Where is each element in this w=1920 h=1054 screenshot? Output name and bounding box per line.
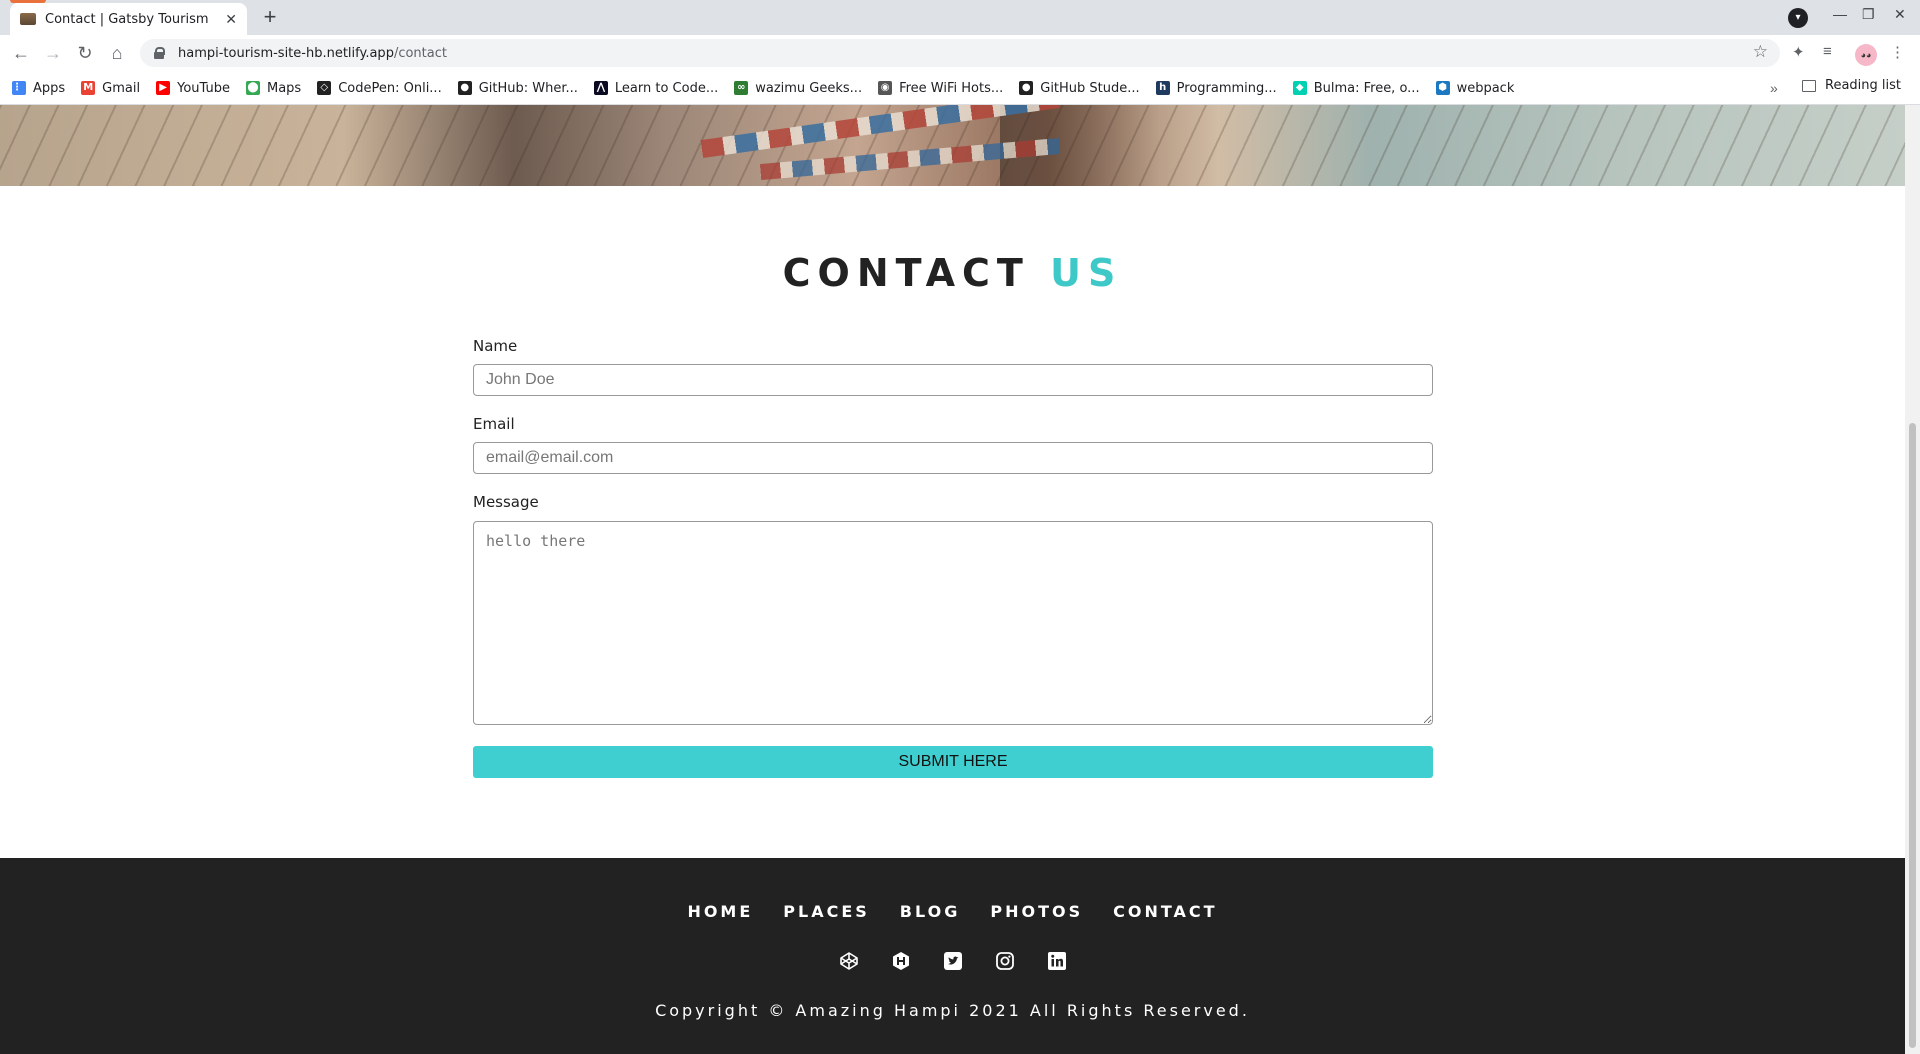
title-main: CONTACT <box>782 251 1030 295</box>
url-host: hampi-tourism-site-hb.netlify.app <box>178 45 394 61</box>
bookmark-item[interactable]: ∞ wazimu Geeks... <box>734 81 862 96</box>
wazimu-icon: ∞ <box>734 81 749 95</box>
browser-tab[interactable]: Contact | Gatsby Tourism ✕ <box>10 3 247 35</box>
new-tab-button[interactable]: + <box>256 4 284 32</box>
url-path: /contact <box>393 45 447 61</box>
page-scrollbar[interactable] <box>1905 105 1920 1054</box>
footer-link-contact[interactable]: CONTACT <box>1113 902 1217 921</box>
address-bar[interactable]: hampi-tourism-site-hb.netlify.app/contac… <box>140 39 1780 67</box>
reading-list-label: Reading list <box>1825 78 1901 93</box>
message-label: Message <box>473 493 539 511</box>
hero-banner-image <box>0 105 1905 186</box>
reading-list-button[interactable]: Reading list <box>1802 78 1901 93</box>
restore-button[interactable]: ❐ <box>1862 6 1875 23</box>
bookmark-item[interactable]: ◆ Bulma: Free, o... <box>1292 80 1420 96</box>
bookmark-label: Programming... <box>1176 80 1277 96</box>
maps-icon: ⬤ <box>245 81 260 95</box>
more-bookmarks-icon[interactable]: » <box>1770 80 1778 96</box>
bookmark-label: GitHub: Wher... <box>478 80 578 96</box>
footer-nav: HOME PLACES BLOG PHOTOS CONTACT <box>0 902 1905 921</box>
lock-icon[interactable] <box>154 47 165 59</box>
codepen-icon: ◇ <box>317 81 332 95</box>
bookmark-label: Learn to Code... <box>614 80 719 96</box>
name-input[interactable] <box>473 364 1433 396</box>
bookmark-label: Gmail <box>102 80 141 96</box>
tab-close-icon[interactable]: ✕ <box>225 11 237 28</box>
bookmark-item[interactable]: ⬢ webpack <box>1435 80 1515 96</box>
github-icon: ● <box>457 81 472 95</box>
copyright-text: Copyright © Amazing Hampi 2021 All Right… <box>655 1001 1250 1020</box>
submit-button[interactable]: SUBMIT HERE <box>473 746 1433 778</box>
bookmark-item[interactable]: ⬤ Maps <box>245 80 302 96</box>
menu-kebab-icon[interactable]: ⋮ <box>1890 43 1905 61</box>
hashnode-icon: h <box>1155 81 1170 95</box>
bookmark-label: YouTube <box>177 80 230 96</box>
media-control-icon[interactable]: ▾ <box>1788 8 1808 28</box>
bookmark-label: webpack <box>1456 80 1515 96</box>
name-label: Name <box>473 337 518 355</box>
tab-title: Contact | Gatsby Tourism <box>45 11 209 27</box>
bookmark-label: Free WiFi Hots... <box>899 80 1004 96</box>
bookmark-label: Bulma: Free, o... <box>1313 80 1420 96</box>
page-title: CONTACT US <box>0 251 1905 295</box>
github-icon: ● <box>1019 81 1034 95</box>
back-icon[interactable]: ← <box>8 41 34 67</box>
minimize-button[interactable]: — <box>1833 6 1847 22</box>
bookmark-star-icon[interactable]: ☆ <box>1753 42 1768 62</box>
media-queue-icon[interactable]: ≡ <box>1823 43 1832 60</box>
email-input[interactable] <box>473 442 1433 474</box>
scrollbar-thumb[interactable] <box>1909 423 1916 1048</box>
gmail-icon: M <box>81 81 96 95</box>
wifi-globe-icon: ◉ <box>878 81 893 95</box>
favicon-icon <box>20 13 36 25</box>
apps-grid-icon: ⋮⋮ <box>12 81 32 95</box>
bookmark-label: Apps <box>33 80 66 96</box>
bookmark-label: Maps <box>266 80 302 96</box>
bookmark-item[interactable]: ● GitHub Stude... <box>1019 80 1140 96</box>
web-page: CONTACT US Name Email Message SUBMIT HER… <box>0 105 1905 1054</box>
hashnode-icon[interactable] <box>891 951 911 971</box>
bookmark-label: CodePen: Onli... <box>338 80 442 96</box>
bookmark-item[interactable]: ⋮⋮ Apps <box>12 81 65 96</box>
close-window-button[interactable]: ✕ <box>1894 6 1906 23</box>
bookmark-item[interactable]: ◇ CodePen: Onli... <box>317 81 442 96</box>
site-footer: HOME PLACES BLOG PHOTOS CONTACT Copyrigh… <box>0 858 1905 1054</box>
browser-tab-bar: Contact | Gatsby Tourism ✕ + ▾ — ❐ ✕ <box>0 0 1920 35</box>
twitter-icon[interactable] <box>943 951 963 971</box>
email-label: Email <box>473 415 515 433</box>
reading-list-icon <box>1802 79 1816 92</box>
footer-link-blog[interactable]: BLOG <box>900 902 961 921</box>
codepen-icon[interactable] <box>839 951 859 971</box>
home-icon[interactable]: ⌂ <box>104 41 130 67</box>
reload-icon[interactable]: ↻ <box>72 41 98 67</box>
bookmark-label: GitHub Stude... <box>1040 80 1140 96</box>
bookmark-item[interactable]: ▶ YouTube <box>156 81 230 96</box>
forward-icon[interactable]: → <box>40 41 66 67</box>
freecodecamp-icon: ⋀ <box>593 81 608 95</box>
instagram-icon[interactable] <box>995 951 1015 971</box>
bookmark-item[interactable]: M Gmail <box>81 81 140 96</box>
bookmarks-bar: ⋮⋮ Apps M Gmail ▶ YouTube ⬤ Maps ◇ CodePen: Onli.… <box>0 72 1920 105</box>
footer-link-places[interactable]: PLACES <box>783 902 870 921</box>
bulma-icon: ◆ <box>1292 81 1307 95</box>
footer-link-photos[interactable]: PHOTOS <box>990 902 1083 921</box>
linkedin-icon[interactable] <box>1047 951 1067 971</box>
bookmark-item[interactable]: h Programming... <box>1155 80 1277 96</box>
message-textarea[interactable] <box>473 521 1433 725</box>
bookmark-label: wazimu Geeks... <box>755 80 863 96</box>
bookmark-item[interactable]: ⋀ Learn to Code... <box>593 80 719 96</box>
social-links <box>0 951 1905 971</box>
bookmark-item[interactable]: ◉ Free WiFi Hots... <box>878 81 1003 96</box>
webpack-icon: ⬢ <box>1435 81 1450 95</box>
footer-link-home[interactable]: HOME <box>687 902 753 921</box>
bookmark-item[interactable]: ● GitHub: Wher... <box>457 80 578 96</box>
profile-avatar[interactable]: ◕◕ <box>1855 44 1877 66</box>
youtube-icon: ▶ <box>156 81 171 95</box>
title-accent: US <box>1050 251 1123 295</box>
extensions-icon[interactable]: ✦ <box>1792 43 1805 61</box>
browser-toolbar: ← → ↻ ⌂ hampi-tourism-site-hb.netlify.ap… <box>0 35 1920 72</box>
